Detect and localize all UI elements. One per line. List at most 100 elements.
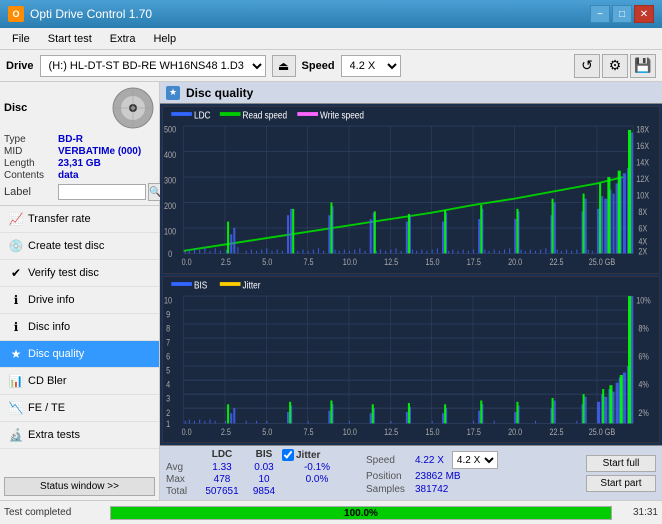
- svg-text:500: 500: [164, 125, 176, 135]
- svg-text:25.0 GB: 25.0 GB: [589, 257, 616, 267]
- nav-drive-info[interactable]: ℹ Drive info: [0, 287, 159, 314]
- sidebar: Disc Type BD-R MID VERBATIMe (000): [0, 82, 160, 500]
- nav-extra-tests[interactable]: 🔬 Extra tests: [0, 422, 159, 449]
- nav-verify-test-disc-label: Verify test disc: [28, 267, 99, 279]
- verify-test-disc-icon: ✔: [8, 265, 24, 281]
- contents-label: Contents: [4, 170, 56, 181]
- nav-extra-tests-label: Extra tests: [28, 429, 80, 441]
- svg-text:12.5: 12.5: [384, 257, 399, 267]
- svg-text:4X: 4X: [638, 237, 647, 247]
- stats-bar: LDC BIS Jitter Avg 1.33 0.03 -0.1% Max 4…: [160, 445, 662, 500]
- maximize-button[interactable]: □: [612, 5, 632, 23]
- svg-text:3: 3: [166, 394, 170, 404]
- disc-panel: Disc Type BD-R MID VERBATIMe (000): [0, 82, 159, 206]
- nav-disc-info[interactable]: ℹ Disc info: [0, 314, 159, 341]
- transfer-rate-icon: 📈: [8, 211, 24, 227]
- ldc-total-value: 507651: [198, 486, 246, 497]
- nav-disc-info-label: Disc info: [28, 321, 70, 333]
- svg-text:BIS: BIS: [194, 279, 207, 290]
- svg-text:2%: 2%: [638, 408, 648, 418]
- create-test-disc-icon: 💿: [8, 238, 24, 254]
- jitter-max-value: 0.0%: [282, 474, 352, 485]
- jitter-col-header: Jitter: [296, 450, 320, 461]
- length-label: Length: [4, 158, 56, 169]
- svg-text:16X: 16X: [636, 141, 649, 151]
- cd-bler-icon: 📊: [8, 373, 24, 389]
- nav-cd-bler[interactable]: 📊 CD Bler: [0, 368, 159, 395]
- start-full-button[interactable]: Start full: [586, 455, 656, 472]
- svg-text:0.0: 0.0: [182, 257, 192, 267]
- svg-text:14X: 14X: [636, 158, 649, 168]
- drive-select[interactable]: (H:) HL-DT-ST BD-RE WH16NS48 1.D3: [40, 55, 266, 77]
- app-icon: O: [8, 6, 24, 22]
- refresh-button[interactable]: ↺: [574, 54, 600, 78]
- speed-position-section: Speed 4.22 X 4.2 X Position 23862 MB Sam…: [366, 451, 498, 495]
- ldc-chart: LDC Read speed Write speed 500 400 300 2…: [162, 106, 660, 274]
- svg-text:9: 9: [166, 310, 170, 320]
- save-button[interactable]: 💾: [630, 54, 656, 78]
- bis-col-header: BIS: [246, 449, 282, 461]
- svg-text:4: 4: [166, 380, 170, 390]
- bis-chart-svg: BIS Jitter 10 9 8 7 6 5 4 3 2 1: [163, 277, 659, 443]
- svg-text:0: 0: [168, 250, 172, 260]
- mid-value: VERBATIMe (000): [58, 146, 141, 157]
- svg-text:5.0: 5.0: [262, 427, 272, 437]
- bis-max-value: 10: [246, 474, 282, 485]
- eject-button[interactable]: ⏏: [272, 55, 296, 77]
- speed-stat-select[interactable]: 4.2 X: [452, 451, 498, 469]
- svg-text:17.5: 17.5: [467, 427, 482, 437]
- svg-text:8: 8: [166, 324, 170, 334]
- svg-text:25.0 GB: 25.0 GB: [589, 427, 616, 437]
- disc-quality-panel-icon: ★: [166, 86, 180, 100]
- start-part-button[interactable]: Start part: [586, 475, 656, 492]
- svg-text:6X: 6X: [638, 224, 647, 234]
- svg-text:2.5: 2.5: [221, 427, 231, 437]
- speed-select[interactable]: 4.2 X: [341, 55, 401, 77]
- svg-text:400: 400: [164, 150, 176, 160]
- svg-text:Jitter: Jitter: [243, 279, 261, 290]
- minimize-button[interactable]: −: [590, 5, 610, 23]
- nav-verify-test-disc[interactable]: ✔ Verify test disc: [0, 260, 159, 287]
- type-value: BD-R: [58, 134, 83, 145]
- nav-fe-te-label: FE / TE: [28, 402, 65, 414]
- svg-text:8X: 8X: [638, 208, 647, 218]
- menu-start-test[interactable]: Start test: [40, 29, 100, 49]
- svg-text:6%: 6%: [638, 352, 648, 362]
- svg-text:7.5: 7.5: [304, 427, 314, 437]
- close-button[interactable]: ✕: [634, 5, 654, 23]
- extra-tests-icon: 🔬: [8, 427, 24, 443]
- jitter-checkbox[interactable]: [282, 449, 294, 461]
- svg-text:22.5: 22.5: [549, 427, 564, 437]
- status-text: Test completed: [4, 507, 104, 518]
- menu-help[interactable]: Help: [145, 29, 184, 49]
- nav-fe-te[interactable]: 📉 FE / TE: [0, 395, 159, 422]
- ldc-avg-value: 1.33: [198, 462, 246, 473]
- bis-jitter-chart: BIS Jitter 10 9 8 7 6 5 4 3 2 1: [162, 276, 660, 444]
- ldc-max-value: 478: [198, 474, 246, 485]
- svg-text:1: 1: [166, 419, 170, 429]
- nav-create-test-disc[interactable]: 💿 Create test disc: [0, 233, 159, 260]
- disc-panel-title: Disc: [4, 102, 27, 114]
- svg-text:20.0: 20.0: [508, 257, 523, 267]
- title-bar: O Opti Drive Control 1.70 − □ ✕: [0, 0, 662, 28]
- nav-disc-quality[interactable]: ★ Disc quality: [0, 341, 159, 368]
- svg-text:15.0: 15.0: [425, 427, 440, 437]
- nav-transfer-rate-label: Transfer rate: [28, 213, 91, 225]
- menu-file[interactable]: File: [4, 29, 38, 49]
- svg-text:0.0: 0.0: [182, 427, 192, 437]
- svg-text:Write speed: Write speed: [320, 110, 364, 121]
- menu-extra[interactable]: Extra: [102, 29, 144, 49]
- svg-text:20.0: 20.0: [508, 427, 523, 437]
- samples-label: Samples: [366, 484, 411, 495]
- disc-quality-icon: ★: [8, 346, 24, 362]
- svg-text:6: 6: [166, 352, 170, 362]
- action-buttons: Start full Start part: [586, 455, 656, 492]
- status-window-button[interactable]: Status window >>: [4, 477, 155, 496]
- svg-text:10X: 10X: [636, 191, 649, 201]
- svg-text:2: 2: [166, 408, 170, 418]
- settings-button[interactable]: ⚙: [602, 54, 628, 78]
- svg-text:12.5: 12.5: [384, 427, 399, 437]
- disc-label-input[interactable]: [58, 184, 146, 200]
- nav-transfer-rate[interactable]: 📈 Transfer rate: [0, 206, 159, 233]
- svg-text:2.5: 2.5: [221, 257, 231, 267]
